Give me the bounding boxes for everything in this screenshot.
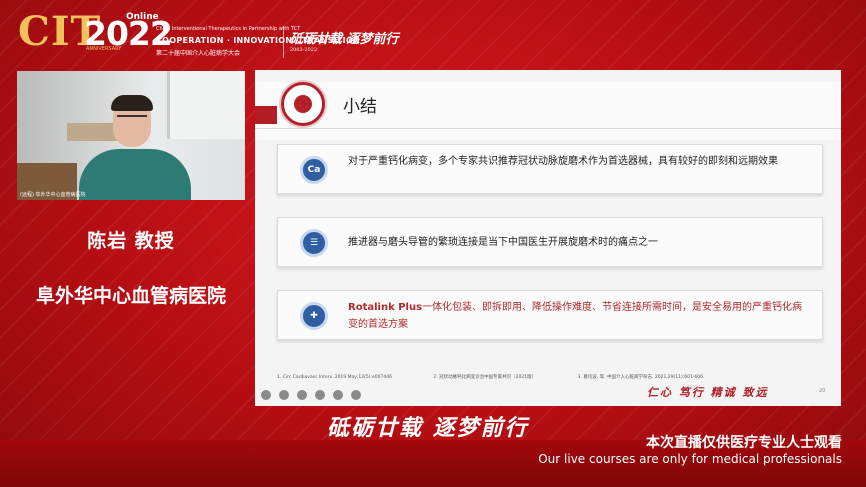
summary-point-3: ✚ Rotalink Plus一体化包装、即拆即用、降低操作难度、节省连接所需时… bbox=[277, 290, 823, 340]
summary-point-text: Rotalink Plus一体化包装、即拆即用、降低操作难度、节省连接所需时间，… bbox=[348, 299, 808, 333]
header-slogan-years: 2003-2022 bbox=[290, 47, 318, 53]
catheter-icon: ☰ bbox=[300, 229, 328, 257]
reference-item: 1. Circ Cardiovasc Interv. 2019 May;12(5… bbox=[277, 375, 392, 380]
pen-icon[interactable] bbox=[297, 390, 307, 400]
header-subtitle-top: China Interventional Therapeutics in Par… bbox=[156, 26, 301, 32]
prev-slide-icon[interactable] bbox=[261, 390, 271, 400]
slide-references: 1. Circ Cardiovasc Interv. 2019 May;12(5… bbox=[277, 374, 797, 380]
package-icon: ✚ bbox=[300, 302, 328, 330]
presentation-slide: 小结 Ca 对于严重钙化病变，多个专家共识推荐冠状动脉旋磨术作为首选器械，具有较… bbox=[255, 70, 841, 406]
header-subtitle-cn: 第二十届中国介入心脏病学大会 bbox=[156, 50, 241, 57]
footer-slogan: 砥砺廿载 逐梦前行 bbox=[327, 415, 529, 441]
header-divider bbox=[283, 26, 284, 58]
logo-online: Online bbox=[126, 12, 159, 22]
more-options-icon[interactable] bbox=[351, 390, 361, 400]
header-slogan: 砥砺廿载 逐梦前行 2003-2022 bbox=[290, 28, 399, 53]
summary-point-2: ☰ 推进器与磨头导管的繁琐连接是当下中国医生开展旋磨术时的痛点之一 bbox=[277, 217, 823, 267]
speaker-organization: 阜外华中心血管病医院 bbox=[35, 285, 226, 307]
broadcast-stage: CIT 2022 Online ANNIVERSARY China Interv… bbox=[0, 0, 866, 487]
speaker-hair bbox=[111, 95, 153, 111]
summary-point-1: Ca 对于严重钙化病变，多个专家共识推荐冠状动脉旋磨术作为首选器械，具有较好的即… bbox=[277, 144, 823, 194]
speaker-glasses bbox=[117, 115, 147, 121]
product-brand: Rotalink Plus bbox=[348, 302, 423, 313]
slide-motto: 仁心 笃行 精诚 致远 bbox=[647, 386, 769, 399]
slide-toolbar bbox=[261, 385, 369, 404]
hospital-seal-center bbox=[294, 95, 312, 113]
speaker-name: 陈岩 教授 bbox=[87, 230, 175, 252]
logo-anniversary: ANNIVERSARY bbox=[86, 46, 122, 52]
slide-page-number: 20 bbox=[819, 388, 826, 394]
calcium-icon: Ca bbox=[300, 156, 328, 184]
pointer-icon[interactable] bbox=[315, 390, 325, 400]
video-window bbox=[167, 71, 245, 139]
slide-title: 小结 bbox=[343, 97, 377, 117]
speaker-body bbox=[79, 149, 191, 200]
speaker-video: (远程) 阜外华中心血管病医院 bbox=[17, 71, 245, 200]
summary-point-text: 推进器与磨头导管的繁琐连接是当下中国医生开展旋磨术时的痛点之一 bbox=[348, 237, 658, 248]
footer-notice-en: Our live courses are only for medical pr… bbox=[538, 452, 842, 466]
summary-point-text: 对于严重钙化病变，多个专家共识推荐冠状动脉旋磨术作为首选器械，具有较好的即刻和远… bbox=[348, 156, 778, 167]
slide-accent-bar bbox=[255, 106, 277, 124]
hospital-seal-icon bbox=[281, 82, 325, 126]
next-slide-icon[interactable] bbox=[279, 390, 289, 400]
slide-title-rule bbox=[255, 128, 841, 129]
footer-notice-cn: 本次直播仅供医疗专业人士观看 bbox=[646, 435, 842, 451]
zoom-icon[interactable] bbox=[333, 390, 343, 400]
reference-item: 3. 葛均波, 等. 中国介入心脏病学杂志. 2021,29(11):601-6… bbox=[577, 375, 705, 380]
reference-item: 2. 冠状动脉钙化病变诊治中国专家共识（2021版） bbox=[433, 375, 537, 380]
header-slogan-text: 砥砺廿载 逐梦前行 bbox=[290, 32, 399, 47]
video-caption: (远程) 阜外华中心血管病医院 bbox=[20, 192, 86, 198]
conference-header: CIT 2022 Online ANNIVERSARY China Interv… bbox=[0, 0, 866, 66]
